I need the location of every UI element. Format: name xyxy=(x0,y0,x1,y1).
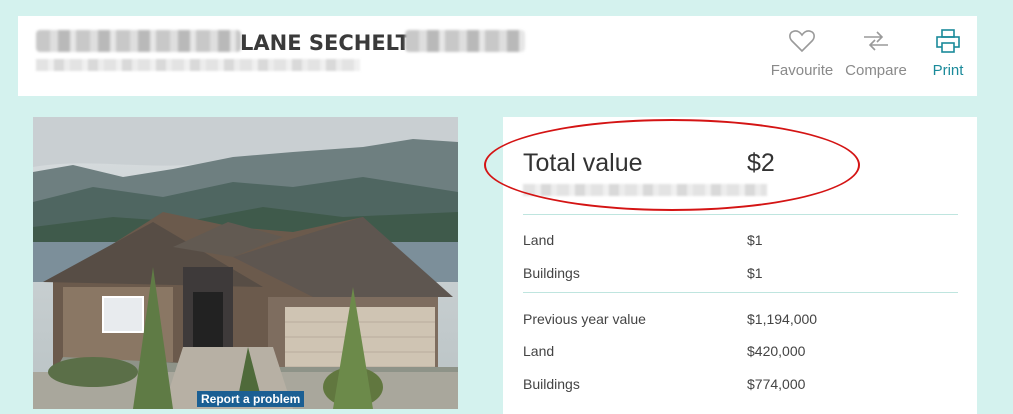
previous-buildings-label: Buildings xyxy=(523,376,580,392)
redacted-address-part xyxy=(36,30,241,52)
previous-buildings-value: $774,000 xyxy=(747,376,806,392)
header-actions: Favourite Compare Print xyxy=(765,16,983,80)
address-title: LANE SECHELT xyxy=(240,31,410,55)
compare-arrows-icon xyxy=(856,26,896,56)
previous-land-value: $420,000 xyxy=(747,343,806,359)
highlight-circle xyxy=(484,119,860,211)
redacted-address-part xyxy=(405,30,525,52)
previous-year-value: $1,194,000 xyxy=(747,311,818,327)
compare-label: Compare xyxy=(845,62,907,79)
printer-icon xyxy=(928,26,968,56)
divider xyxy=(523,292,958,293)
property-photo[interactable] xyxy=(33,117,458,409)
favourite-label: Favourite xyxy=(770,62,834,79)
favourite-button[interactable]: Favourite xyxy=(765,16,839,80)
previous-year-label: Previous year value xyxy=(523,311,646,327)
compare-button[interactable]: Compare xyxy=(839,16,913,80)
print-button[interactable]: Print xyxy=(913,16,983,80)
print-label: Print xyxy=(932,62,964,79)
buildings-value: $1 xyxy=(747,265,763,281)
redacted-subtitle xyxy=(36,59,360,71)
land-value: $1 xyxy=(747,232,763,248)
buildings-label: Buildings xyxy=(523,265,580,281)
divider xyxy=(523,214,958,215)
report-problem-link[interactable]: Report a problem xyxy=(197,391,305,407)
land-label: Land xyxy=(523,232,555,248)
heart-icon xyxy=(782,26,822,56)
previous-land-label: Land xyxy=(523,343,555,359)
